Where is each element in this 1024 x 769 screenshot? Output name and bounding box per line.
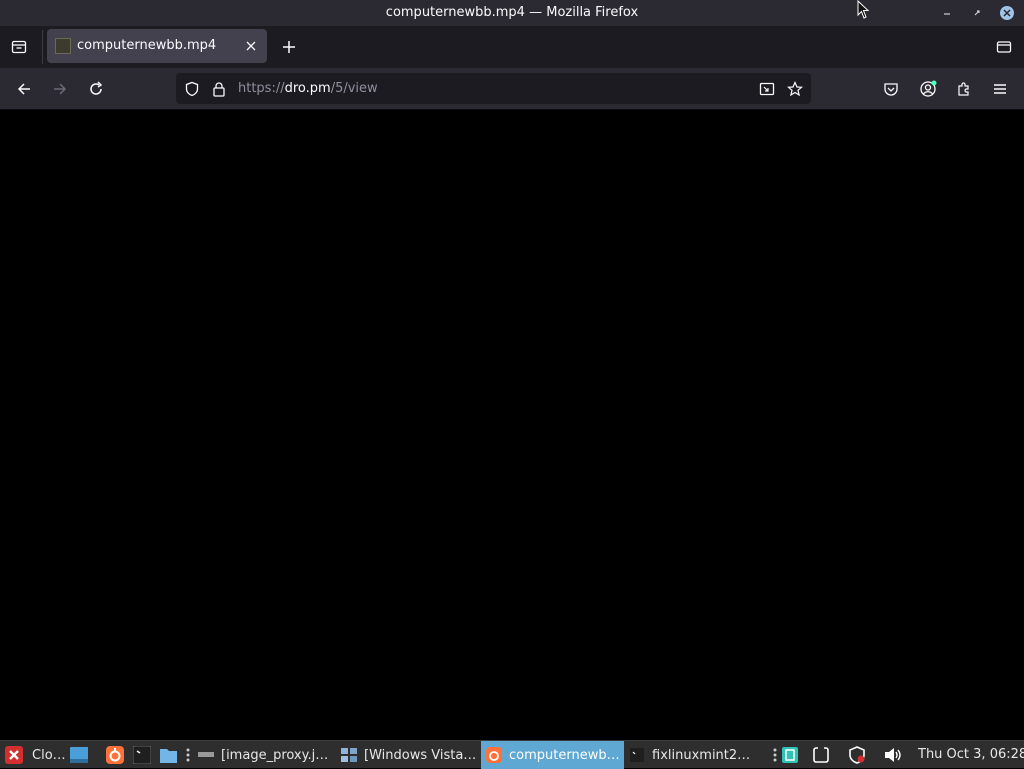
firefox-icon (485, 746, 503, 764)
firefox-launcher[interactable] (106, 741, 126, 769)
volume-tray[interactable] (883, 741, 905, 769)
url-bar[interactable]: https://dro.pm/5/view (176, 73, 811, 104)
plus-icon (283, 41, 295, 53)
update-manager-tray[interactable] (781, 741, 801, 769)
taskbar-window-label: fixlinuxmint22… (652, 747, 758, 763)
url-scheme: https:// (238, 81, 285, 96)
terminal-icon (133, 746, 151, 764)
drag-handle-icon (773, 748, 777, 762)
taskbar-window-windows-vista[interactable]: [Windows Vista … (340, 741, 477, 769)
workspace-icon (812, 746, 830, 764)
reload-button[interactable] (84, 77, 108, 101)
pocket-button[interactable] (879, 77, 903, 101)
image-viewer-icon (197, 746, 215, 764)
close-icon (1000, 6, 1014, 20)
reload-icon (90, 81, 103, 95)
bookmark-star-icon[interactable] (786, 80, 804, 98)
tab-label: computernewbb.mp4 (77, 38, 217, 53)
picture-in-picture-icon[interactable] (758, 80, 776, 98)
list-all-tabs-button[interactable] (993, 36, 1015, 58)
account-icon (920, 80, 937, 97)
taskbar-window-label: computernewb… (509, 747, 620, 763)
window-title: computernewbb.mp4 — Mozilla Firefox (385, 5, 639, 20)
extensions-button[interactable] (952, 77, 976, 101)
forward-arrow-icon (54, 83, 67, 95)
tab-strip: computernewbb.mp4 (0, 26, 1024, 68)
close-icon (246, 41, 256, 51)
shield-icon (848, 746, 866, 764)
folder-icon (159, 746, 177, 764)
maximize-button[interactable] (967, 3, 987, 23)
red-x-icon (5, 746, 23, 764)
url-text[interactable]: https://dro.pm/5/view (238, 73, 378, 104)
workspace-tray[interactable] (812, 741, 832, 769)
firefox-view-button[interactable] (8, 36, 30, 58)
terminal-launcher[interactable] (133, 741, 153, 769)
launcher-separator-handle[interactable] (186, 741, 192, 769)
hamburger-menu-icon (994, 84, 1006, 94)
tab-close-button[interactable] (243, 38, 259, 54)
windows-vista-icon (340, 746, 358, 764)
puzzle-icon (958, 82, 969, 96)
volume-icon (883, 746, 901, 764)
drag-handle-icon (186, 748, 190, 762)
firefox-icon (106, 746, 124, 764)
close-label: Close (32, 747, 67, 763)
back-button[interactable] (12, 77, 36, 101)
taskbar-window-label: [image_proxy.jp… (221, 747, 333, 763)
lock-icon[interactable] (210, 80, 228, 98)
tab-computernewbb[interactable]: computernewbb.mp4 (47, 29, 267, 63)
minimize-icon (944, 13, 950, 15)
update-manager-icon (781, 746, 799, 764)
taskbar-window-firefox[interactable]: computernewb… (481, 741, 624, 769)
navigation-toolbar: https://dro.pm/5/view (0, 68, 1024, 110)
clock[interactable]: Thu Oct 3, 06:28 (918, 741, 1024, 769)
close-window-applet[interactable]: Close (5, 741, 67, 769)
taskbar-window-terminal[interactable]: fixlinuxmint22… (628, 741, 758, 769)
video-file-icon (55, 38, 71, 54)
show-desktop-launcher[interactable] (70, 741, 92, 769)
close-window-button[interactable] (997, 3, 1017, 23)
forward-button[interactable] (48, 77, 72, 101)
pocket-icon (884, 83, 898, 96)
taskbar-window-label: [Windows Vista … (364, 747, 477, 763)
minimize-button[interactable] (937, 3, 957, 23)
tab-list-icon (11, 40, 27, 54)
restore-icon (974, 10, 980, 16)
video-viewer[interactable] (0, 110, 1024, 740)
tray-separator-handle[interactable] (773, 741, 779, 769)
terminal-icon (628, 746, 646, 764)
mouse-cursor-icon (857, 0, 870, 19)
url-path: /5/view (330, 81, 378, 96)
taskbar-window-image-proxy[interactable]: [image_proxy.jp… (197, 741, 333, 769)
back-arrow-icon (17, 83, 30, 95)
security-tray[interactable] (848, 741, 868, 769)
files-launcher[interactable] (159, 741, 181, 769)
account-button[interactable] (916, 77, 940, 101)
folder-tabs-icon (996, 41, 1012, 53)
desktop-icon (70, 746, 88, 764)
url-host: dro.pm (284, 81, 331, 96)
tab-divider (42, 30, 43, 64)
tracking-protection-shield-icon[interactable] (183, 80, 201, 98)
new-tab-button[interactable] (278, 36, 300, 58)
app-menu-button[interactable] (988, 77, 1012, 101)
taskbar: Close [image_proxy.jp… [Windows Vista … (0, 740, 1024, 769)
